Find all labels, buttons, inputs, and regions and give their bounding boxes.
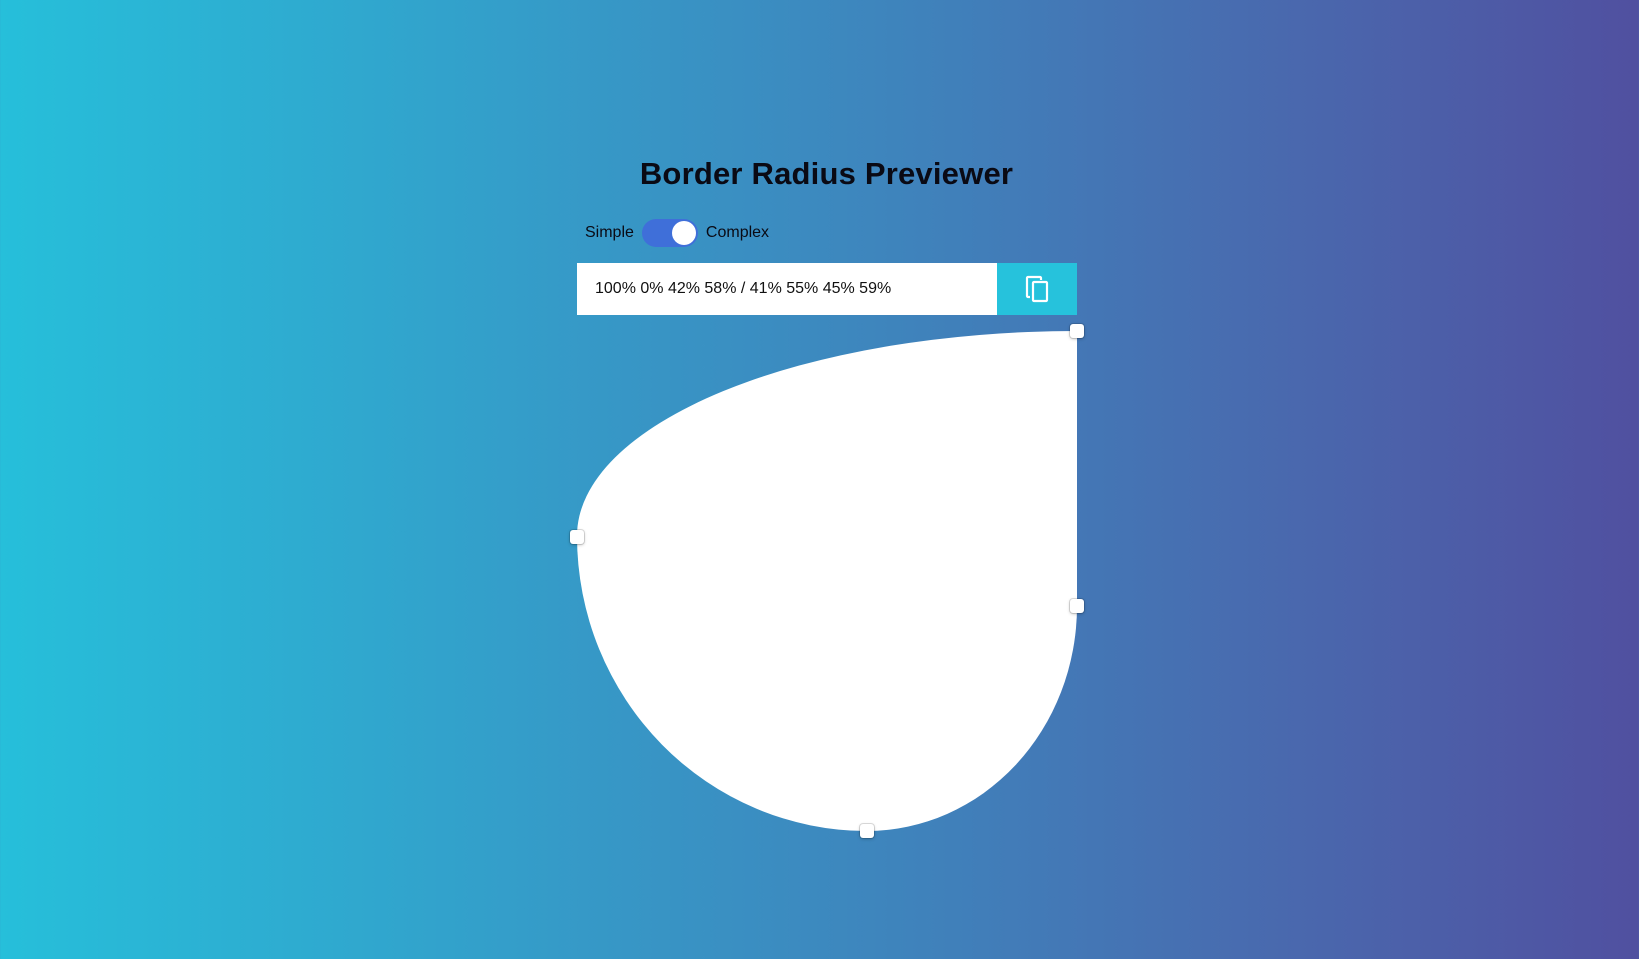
complex-mode-label: Complex (705, 224, 770, 241)
app-container: Border Radius Previewer Simple Complex (0, 0, 1639, 959)
right-handle[interactable] (1070, 599, 1084, 613)
border-radius-input[interactable] (577, 263, 997, 315)
bottom-handle[interactable] (860, 824, 874, 838)
copy-button[interactable] (997, 263, 1077, 315)
page-title: Border Radius Previewer (639, 156, 1014, 191)
copy-icon (1025, 275, 1049, 303)
mode-switch-row: Simple Complex (585, 219, 769, 247)
radius-preview-shape (577, 331, 1077, 831)
left-handle[interactable] (570, 530, 584, 544)
toggle-knob (671, 221, 696, 245)
simple-mode-label: Simple (585, 224, 634, 241)
top-handle[interactable] (1070, 324, 1084, 338)
radius-input-row (577, 263, 1077, 315)
mode-toggle-switch[interactable] (641, 219, 698, 247)
